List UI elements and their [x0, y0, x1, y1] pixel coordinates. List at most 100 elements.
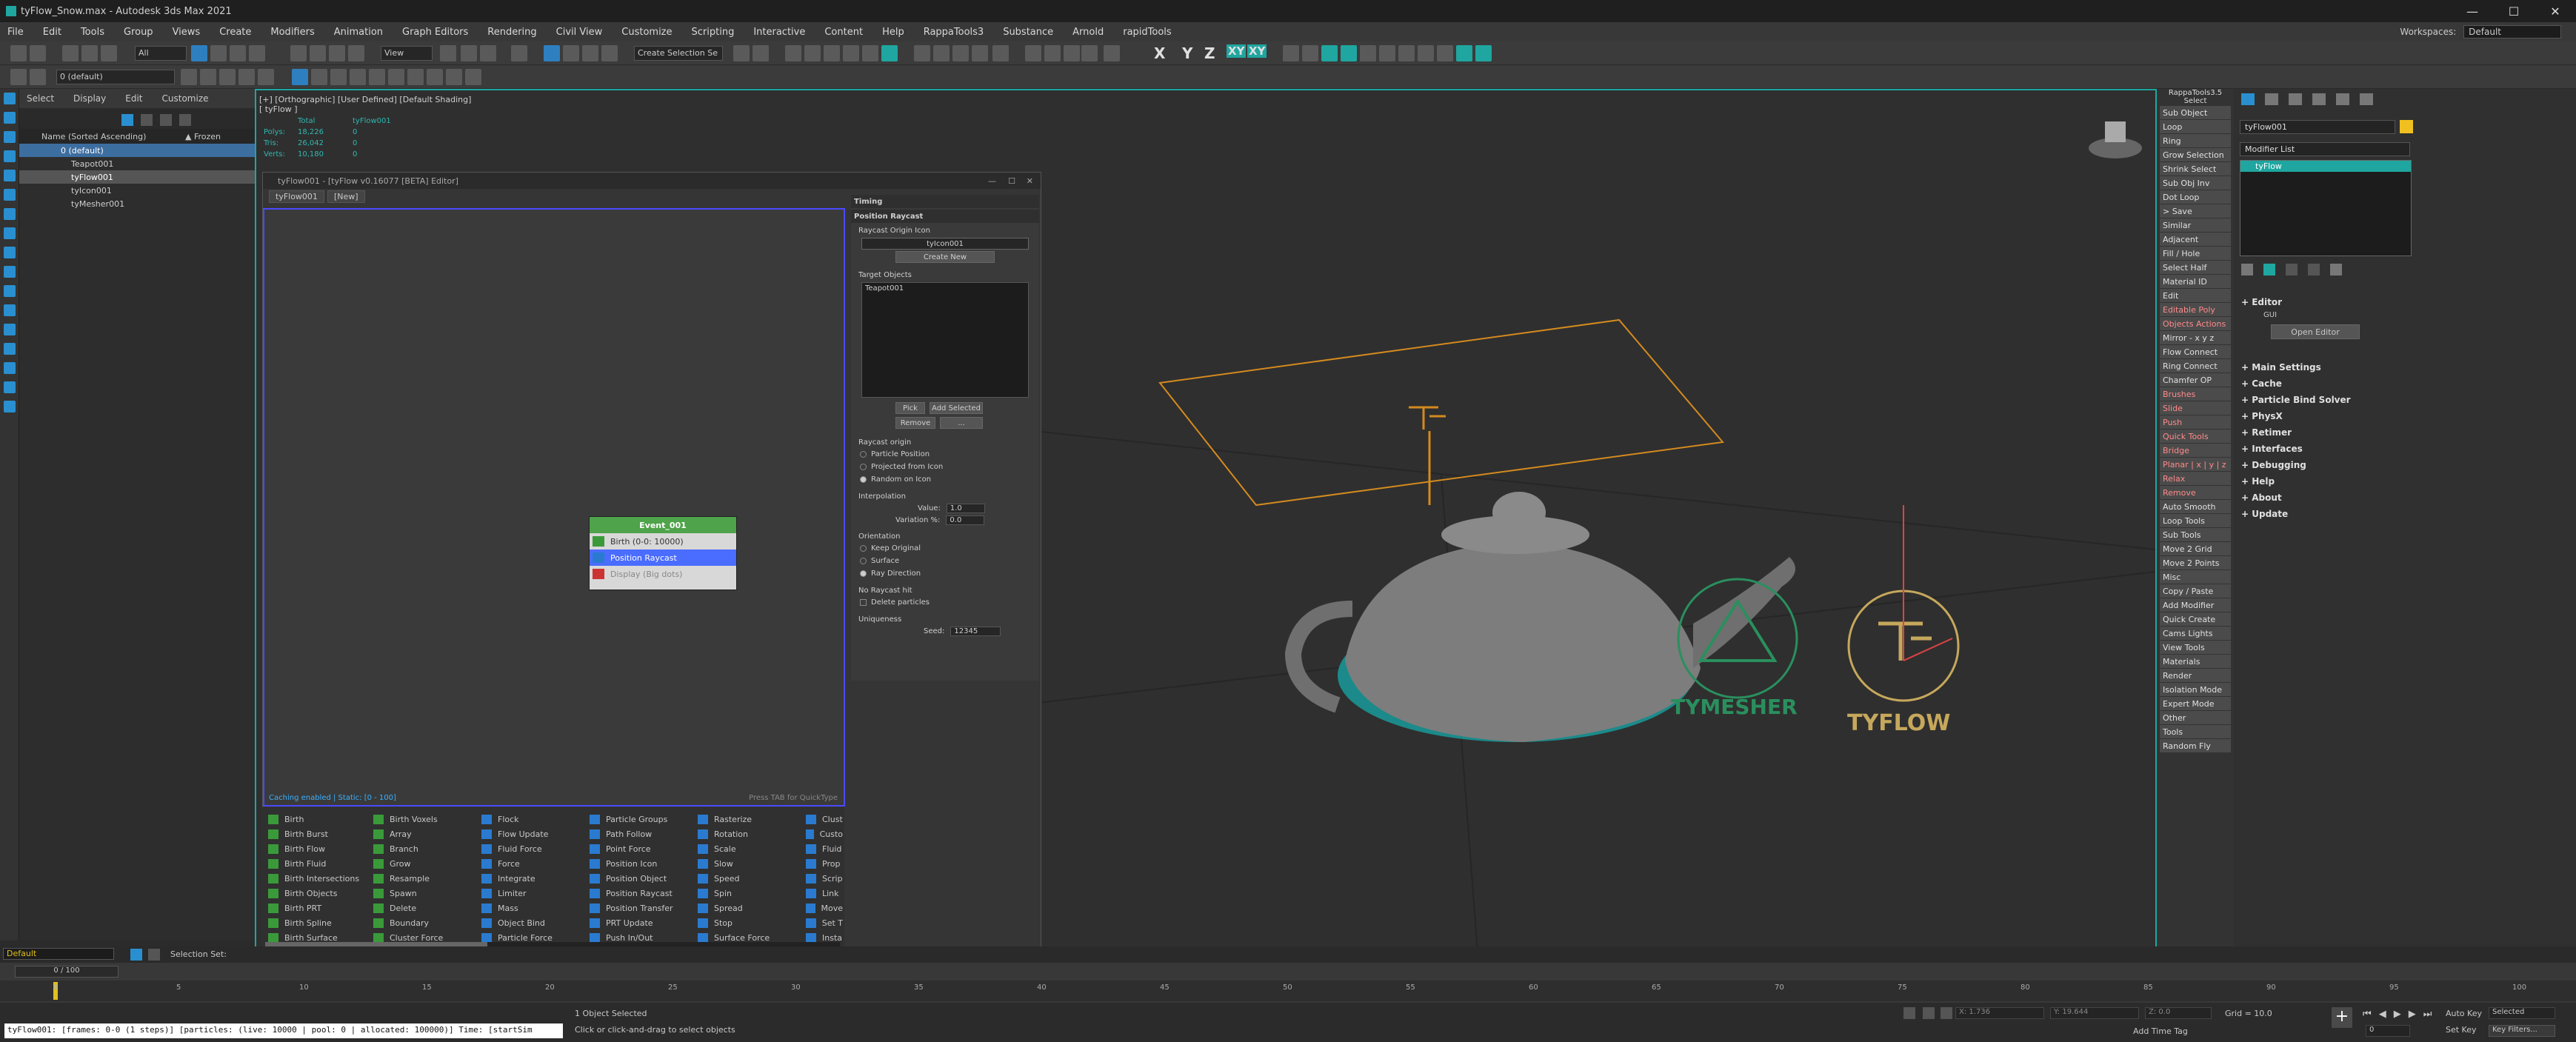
rappatools-item[interactable]: Materials [2160, 655, 2231, 668]
constrain-x-button[interactable]: X [1154, 44, 1165, 62]
object-name-field[interactable]: tyFlow001 [2240, 120, 2395, 134]
place-icon[interactable] [348, 45, 364, 61]
operator-palette-item[interactable]: Birth Intersections [268, 871, 379, 886]
current-layer-field[interactable]: Default [3, 948, 114, 960]
rappatools-item[interactable]: Push [2160, 415, 2231, 429]
rappatools-item[interactable]: Chamfer OP [2160, 373, 2231, 387]
hidden-filter-icon[interactable] [4, 362, 16, 374]
snap-pivot-icon[interactable] [1283, 45, 1299, 61]
menu-file[interactable]: File [7, 27, 24, 38]
list-item[interactable]: tyIcon001 [19, 184, 255, 197]
rappatools-item[interactable]: Sub Obj Inv [2160, 176, 2231, 190]
tab-tyflow001[interactable]: tyFlow001 [269, 190, 324, 203]
hide-icon[interactable] [160, 114, 172, 126]
ribbon-icon[interactable] [824, 45, 840, 61]
snap-toggle-icon[interactable] [1104, 45, 1120, 61]
rappatools-item[interactable]: Misc [2160, 570, 2231, 584]
rappatools-item[interactable]: Expert Mode [2160, 697, 2231, 710]
operator-palette-item[interactable]: Force [481, 856, 593, 871]
select-layer-icon[interactable] [219, 69, 236, 85]
remove-modifier-icon[interactable] [2308, 264, 2320, 275]
operator-palette-item[interactable]: Birth Objects [268, 886, 379, 901]
utilities-tab-icon[interactable] [2360, 93, 2373, 105]
operator-palette-item[interactable]: Set T [806, 915, 843, 930]
undo-icon[interactable] [10, 45, 27, 61]
rendered-frame-icon[interactable] [933, 45, 950, 61]
display-children-icon[interactable] [4, 131, 16, 143]
menu-views[interactable]: Views [173, 27, 201, 38]
helpers-filter-icon[interactable] [4, 227, 16, 239]
list-item[interactable]: Teapot001 [865, 284, 1025, 293]
operator-palette-item[interactable]: Particle Groups [590, 812, 701, 826]
list-item[interactable]: tyFlow001 [19, 170, 255, 184]
editor-close-button[interactable]: ✕ [1027, 176, 1033, 186]
named-selection-dropdown[interactable]: Create Selection Se [634, 46, 723, 61]
modifier-stack-item[interactable]: tyFlow [2240, 161, 2411, 172]
operator-palette-item[interactable]: Path Follow [590, 826, 701, 841]
freeze-icon[interactable] [141, 114, 153, 126]
key-filters-button[interactable]: Key Filters... [2489, 1025, 2555, 1037]
orient-keep-original-radio[interactable]: Keep Original [851, 542, 1039, 555]
grid-icon[interactable] [1044, 45, 1061, 61]
rappatools-item[interactable]: Loop [2160, 120, 2231, 133]
column-frozen[interactable]: ▲ Frozen [185, 132, 221, 141]
create-new-button[interactable]: Create New [895, 251, 995, 263]
operator-palette-item[interactable]: Object Bind [481, 915, 593, 930]
menu-graph-editors[interactable]: Graph Editors [402, 27, 468, 38]
grab-icon[interactable] [427, 69, 443, 85]
x-coordinate-field[interactable]: X: 1.736 [1955, 1007, 2044, 1019]
operator-palette-item[interactable]: Birth PRT [268, 901, 379, 915]
operator-palette-item[interactable]: Birth Burst [268, 826, 379, 841]
tab-customize[interactable]: Customize [162, 93, 209, 104]
operator-palette-item[interactable]: Mass [481, 901, 593, 915]
tab-edit[interactable]: Edit [125, 93, 142, 104]
rollout[interactable]: + Interfaces [2241, 441, 2537, 456]
constrain-y-button[interactable]: Y [1182, 44, 1192, 62]
position-raycast-rollout[interactable]: Position Raycast [851, 210, 1039, 223]
constrain-z-button[interactable]: Z [1204, 44, 1215, 62]
render-setup-icon[interactable] [914, 45, 930, 61]
render-icon[interactable] [952, 45, 969, 61]
snap-settings-icon[interactable] [1475, 45, 1492, 61]
reference-coordinate-dropdown[interactable]: View [381, 46, 433, 61]
snap-options-icon[interactable] [1456, 45, 1472, 61]
rappatools-item[interactable]: Similar [2160, 218, 2231, 232]
auto-key-button[interactable]: Auto Key [2446, 1009, 2482, 1018]
menu-animation[interactable]: Animation [334, 27, 383, 38]
rappatools-item[interactable]: Move 2 Grid [2160, 542, 2231, 555]
raycast-icon-picker[interactable]: tyIcon001 [861, 238, 1029, 250]
layer-explorer-icon[interactable] [804, 45, 821, 61]
operator-palette-item[interactable]: Birth Fluid [268, 856, 379, 871]
add-key-icon[interactable]: + [2332, 1007, 2352, 1028]
rappatools-item[interactable]: Render [2160, 669, 2231, 682]
pivot-center-icon[interactable] [440, 45, 456, 61]
operator-birth[interactable]: Birth (0-0: 10000) [590, 533, 736, 550]
unlink-icon[interactable] [81, 45, 98, 61]
delete-particles-checkbox[interactable]: Delete particles [851, 596, 1039, 609]
folder-icon[interactable] [4, 401, 16, 413]
rappatools-item[interactable]: Dot Loop [2160, 190, 2231, 204]
operator-palette-item[interactable]: Prop [806, 856, 843, 871]
rappatools-item[interactable]: Isolation Mode [2160, 683, 2231, 696]
menu-modifiers[interactable]: Modifiers [270, 27, 314, 38]
brush-icon[interactable] [388, 69, 404, 85]
rotate-icon[interactable] [310, 45, 326, 61]
operator-palette-item[interactable]: Scale [698, 841, 809, 856]
rappatools-item[interactable]: Cams Lights [2160, 627, 2231, 640]
rappatools-item[interactable]: Planar | x | y | z [2160, 458, 2231, 471]
operator-palette-item[interactable]: Spread [698, 901, 809, 915]
create-layer-icon[interactable] [181, 69, 197, 85]
hierarchy-icon[interactable] [179, 114, 191, 126]
selection-filter-dropdown[interactable]: All [135, 46, 187, 61]
operator-palette-item[interactable]: Position Icon [590, 856, 701, 871]
operator-palette-item[interactable]: Point Force [590, 841, 701, 856]
rollout[interactable]: + About [2241, 490, 2537, 505]
frozen-filter-icon[interactable] [4, 343, 16, 355]
modifier-stack[interactable]: tyFlow [2240, 160, 2412, 256]
rappatools-item[interactable]: Slide [2160, 401, 2231, 415]
operator-palette-item[interactable]: Slow [698, 856, 809, 871]
snap-mid-icon[interactable] [1418, 45, 1434, 61]
modify-tab-icon[interactable] [2265, 93, 2278, 105]
list-item[interactable]: Teapot001 [19, 157, 255, 170]
move-icon[interactable] [290, 45, 307, 61]
